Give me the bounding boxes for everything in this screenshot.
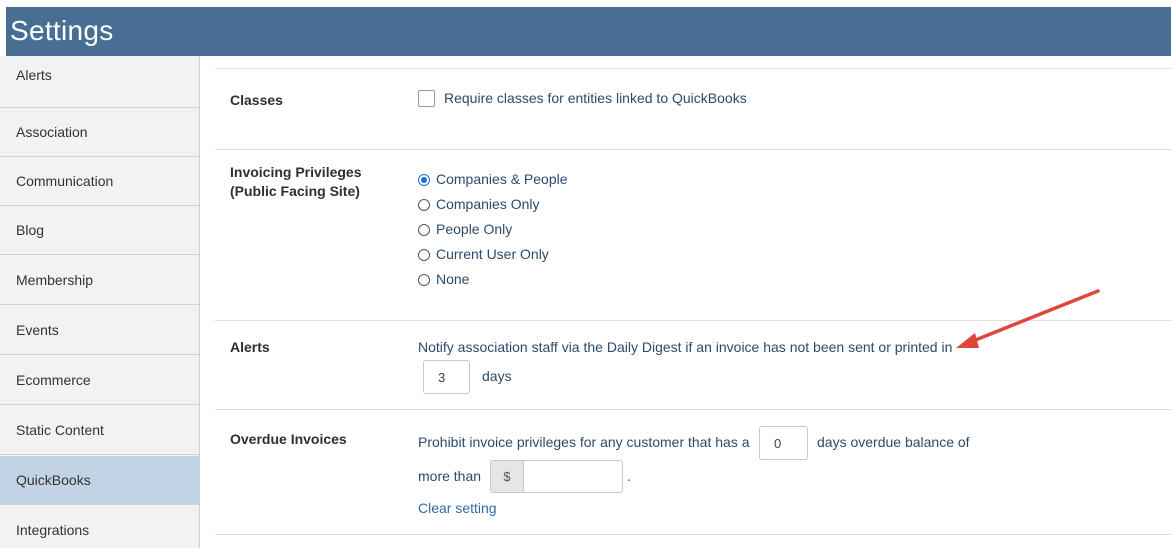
overdue-period: . bbox=[627, 468, 631, 484]
sidebar-item-events[interactable]: Events bbox=[0, 306, 199, 355]
alerts-description: Notify association staff via the Daily D… bbox=[418, 339, 953, 355]
sidebar-item-blog[interactable]: Blog bbox=[0, 206, 199, 255]
radio-label: None bbox=[436, 271, 470, 287]
sidebar-item-static-content[interactable]: Static Content bbox=[0, 406, 199, 455]
require-classes-label: Require classes for entities linked to Q… bbox=[444, 90, 747, 106]
overdue-text-before: Prohibit invoice privileges for any cust… bbox=[418, 434, 750, 450]
settings-header: Settings bbox=[6, 7, 1171, 56]
radio-button[interactable] bbox=[418, 224, 430, 236]
sidebar-item-membership[interactable]: Membership bbox=[0, 256, 199, 305]
alerts-label: Alerts bbox=[230, 339, 270, 355]
page-title: Settings bbox=[10, 15, 114, 46]
divider bbox=[215, 534, 1171, 535]
radio-button[interactable] bbox=[418, 249, 430, 261]
classes-label: Classes bbox=[230, 92, 283, 108]
overdue-invoices-label: Overdue Invoices bbox=[230, 431, 347, 447]
radio-label: Companies & People bbox=[436, 171, 568, 187]
overdue-more-than: more than bbox=[418, 468, 482, 484]
currency-addon: $ bbox=[490, 460, 523, 493]
invoicing-label-line1: Invoicing Privileges bbox=[230, 164, 362, 180]
overdue-days-input[interactable] bbox=[759, 426, 808, 460]
sidebar-item-association[interactable]: Association bbox=[0, 108, 199, 157]
sidebar-item-communication[interactable]: Communication bbox=[0, 157, 199, 206]
clear-setting-link[interactable]: Clear setting bbox=[418, 500, 497, 516]
radio-button[interactable] bbox=[418, 174, 430, 186]
radio-label: People Only bbox=[436, 221, 513, 237]
require-classes-checkbox[interactable] bbox=[418, 90, 435, 107]
overdue-text-after: days overdue balance of bbox=[817, 434, 970, 450]
overdue-amount-group: $ bbox=[490, 460, 623, 493]
alert-days-suffix: days bbox=[482, 368, 512, 384]
overdue-amount-input[interactable] bbox=[523, 460, 623, 493]
settings-sidebar: Alerts Association Communication Blog Me… bbox=[0, 56, 200, 548]
divider bbox=[215, 320, 1171, 321]
divider bbox=[215, 68, 1171, 69]
sidebar-item-alerts[interactable]: Alerts bbox=[0, 56, 199, 108]
sidebar-item-ecommerce[interactable]: Ecommerce bbox=[0, 356, 199, 405]
invoicing-privileges-label: Invoicing Privileges (Public Facing Site… bbox=[230, 163, 362, 201]
radio-button[interactable] bbox=[418, 274, 430, 286]
radio-button[interactable] bbox=[418, 199, 430, 211]
settings-content: Classes Require classes for entities lin… bbox=[200, 56, 1171, 548]
alert-days-input[interactable] bbox=[423, 360, 470, 394]
divider bbox=[215, 409, 1171, 410]
invoicing-label-line2: (Public Facing Site) bbox=[230, 183, 360, 199]
sidebar-item-quickbooks[interactable]: QuickBooks bbox=[0, 456, 199, 505]
divider bbox=[215, 149, 1171, 150]
annotation-arrow bbox=[956, 289, 1100, 348]
radio-label: Current User Only bbox=[436, 246, 549, 262]
radio-label: Companies Only bbox=[436, 196, 540, 212]
